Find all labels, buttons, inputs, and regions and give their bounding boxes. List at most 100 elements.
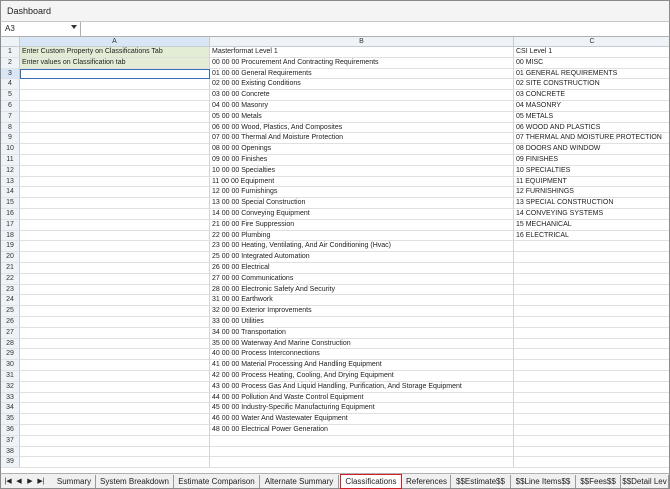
cell-b[interactable] [210,446,514,458]
cell-b[interactable]: 43 00 00 Process Gas And Liquid Handling… [210,381,514,393]
tab-estimate-comparison[interactable]: Estimate Comparison [174,475,260,488]
row-header[interactable]: 4 [1,79,20,91]
row-header[interactable]: 37 [1,435,20,447]
cell-b[interactable] [210,435,514,447]
tab-system-breakdown[interactable]: System Breakdown [96,475,174,488]
cell-b[interactable]: 02 00 00 Existing Conditions [210,79,514,91]
cell-a[interactable] [20,295,210,307]
cell-b[interactable]: 10 00 00 Specialties [210,165,514,177]
row-header[interactable]: 35 [1,414,20,425]
cell-c[interactable] [514,274,669,285]
cell-b[interactable]: 27 00 00 Communications [210,273,514,285]
row-header[interactable]: 16 [1,209,20,220]
cell-a[interactable] [20,155,210,166]
row-header[interactable]: 2 [1,57,20,69]
cell-c[interactable]: CSI Level 1 [514,47,669,58]
tab-alternate-summary[interactable]: Alternate Summary [260,475,339,488]
cell-c[interactable] [514,447,669,458]
row-header[interactable]: 5 [1,90,20,101]
row-header[interactable]: 18 [1,230,20,242]
cell-c[interactable]: 05 METALS [514,112,669,123]
cell-c[interactable] [514,263,669,274]
row-header[interactable]: 27 [1,327,20,339]
cell-c[interactable] [514,393,669,404]
cell-c[interactable] [514,241,669,253]
cell-b[interactable]: 21 00 00 Fire Suppression [210,219,514,231]
row-header[interactable]: 17 [1,219,20,231]
cell-a[interactable] [20,101,210,112]
cell-c[interactable]: 08 DOORS AND WINDOW [514,144,669,155]
cell-b[interactable]: 41 00 00 Material Processing And Handlin… [210,360,514,371]
cell-c[interactable] [514,425,669,436]
cell-b[interactable]: 45 00 00 Industry-Specific Manufacturing… [210,403,514,415]
cell-b[interactable]: 42 00 00 Process Heating, Cooling, And D… [210,371,514,382]
cell-c[interactable]: 11 EQUIPMENT [514,177,669,188]
tab-detail-level[interactable]: $$Detail Lev [621,475,669,488]
row-header[interactable]: 30 [1,360,20,371]
cell-a[interactable] [20,381,210,393]
row-header[interactable]: 12 [1,165,20,177]
cell-a[interactable] [20,241,210,253]
cell-a[interactable] [20,403,210,415]
cell-c[interactable] [514,328,669,339]
row-header[interactable]: 7 [1,111,20,123]
cell-c[interactable] [514,457,669,469]
cell-a[interactable] [20,425,210,436]
row-header[interactable]: 22 [1,273,20,285]
cell-a[interactable] [20,349,210,361]
column-header-b[interactable]: B [210,37,514,47]
cell-c[interactable] [514,285,669,296]
cell-a[interactable] [20,122,210,134]
cell-a[interactable] [20,111,210,123]
row-header[interactable]: 36 [1,425,20,436]
row-header[interactable]: 20 [1,252,20,263]
cell-c[interactable]: 02 SITE CONSTRUCTION [514,79,669,91]
prev-sheet-icon[interactable]: ◀ [15,476,23,487]
row-header[interactable]: 39 [1,457,20,469]
cell-b[interactable]: 06 00 00 Wood, Plastics, And Composites [210,122,514,134]
cell-b[interactable]: 25 00 00 Integrated Automation [210,252,514,263]
cell-a[interactable] [20,133,210,145]
cell-c[interactable]: 01 GENERAL REQUIREMENTS [514,69,669,80]
cell-b[interactable]: 34 00 00 Transportation [210,327,514,339]
row-header[interactable]: 31 [1,371,20,382]
cell-a[interactable] [20,79,210,91]
cell-b[interactable]: 28 00 00 Electronic Safety And Security [210,284,514,296]
cell-b[interactable]: 23 00 00 Heating, Ventilating, And Air C… [210,241,514,253]
cell-a[interactable] [20,176,210,188]
cell-a[interactable] [20,392,210,404]
tab-references[interactable]: References [403,475,451,488]
select-all-corner[interactable] [1,37,20,47]
row-header[interactable]: 10 [1,144,20,155]
cell-c[interactable]: 14 CONVEYING SYSTEMS [514,209,669,220]
cell-c[interactable]: 13 SPECIAL CONSTRUCTION [514,198,669,209]
cell-c[interactable]: 07 THERMAL AND MOISTURE PROTECTION [514,133,669,145]
cell-c[interactable] [514,371,669,382]
row-header[interactable]: 15 [1,198,20,209]
cell-a[interactable] [20,252,210,263]
row-header[interactable]: 23 [1,284,20,296]
cell-c[interactable] [514,436,669,447]
cell-a[interactable] [20,144,210,155]
row-header[interactable]: 11 [1,155,20,166]
cell-b[interactable] [210,457,514,469]
cell-a[interactable] [20,306,210,317]
row-header[interactable]: 24 [1,295,20,307]
cell-b[interactable]: 07 00 00 Thermal And Moisture Protection [210,133,514,145]
name-box[interactable]: A3 [1,22,81,36]
cell-c[interactable]: 15 MECHANICAL [514,220,669,231]
cell-c[interactable] [514,382,669,393]
cell-b[interactable]: 35 00 00 Waterway And Marine Constructio… [210,338,514,350]
cell-c[interactable] [514,339,669,350]
chevron-down-icon[interactable] [71,25,77,29]
row-header[interactable]: 26 [1,317,20,328]
tab-estimate[interactable]: $$Estimate$$ [451,475,511,488]
cell-c[interactable]: 10 SPECIALTIES [514,166,669,177]
cell-a[interactable] [20,327,210,339]
cell-a[interactable] [20,317,210,328]
cell-b[interactable]: 03 00 00 Concrete [210,90,514,101]
cell-b[interactable]: 13 00 00 Special Construction [210,198,514,209]
cell-a[interactable]: Enter Custom Property on Classifications… [20,47,210,58]
cell-b[interactable]: 11 00 00 Equipment [210,176,514,188]
tab-summary[interactable]: Summary [53,475,96,488]
